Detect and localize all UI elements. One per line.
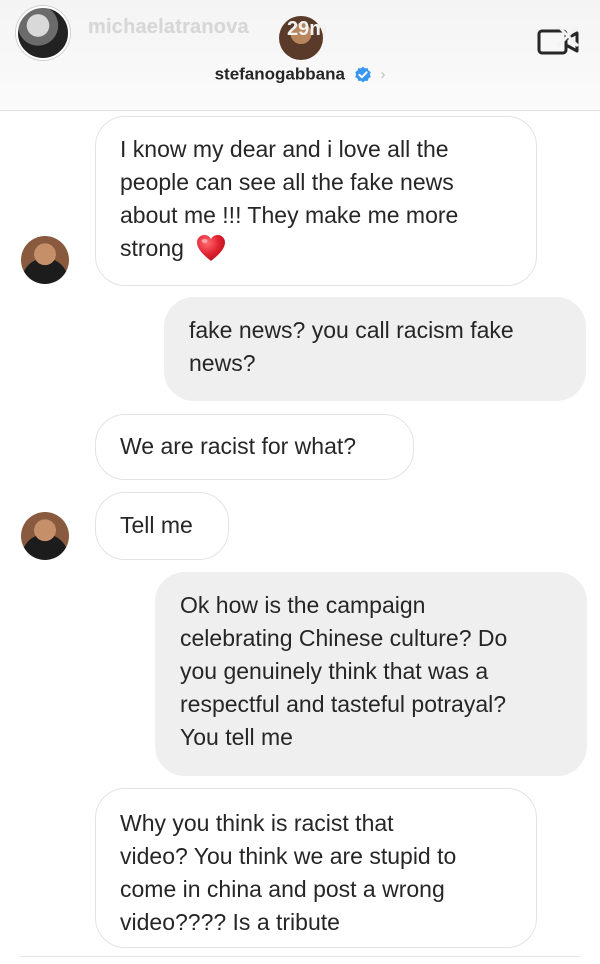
message-text-line: respectful and tasteful potrayal?: [180, 691, 507, 717]
message-text-line: We are racist for what?: [120, 433, 357, 459]
story-avatar[interactable]: [16, 6, 70, 60]
divider: [20, 956, 580, 957]
story-username[interactable]: michaelatranova: [88, 16, 249, 39]
thread-title[interactable]: stefanogabbana ›: [0, 64, 600, 85]
message-text-line: I know my dear and i love all the: [120, 136, 449, 162]
message-text-line: You tell me: [180, 724, 293, 750]
message-text-line: celebrating Chinese culture? Do: [180, 625, 508, 651]
message-bubble-incoming[interactable]: Why you think is racist that video? You …: [95, 788, 537, 948]
message-text-line: news?: [189, 350, 256, 376]
message-text-line: people can see all the fake news: [120, 169, 454, 195]
message-text-line: you genuinely think that was a: [180, 658, 489, 684]
verified-badge-icon: [354, 66, 371, 82]
chevron-right-icon[interactable]: ›: [380, 66, 385, 83]
message-text-line: Why you think is racist that: [120, 810, 394, 836]
heart-icon: [197, 234, 226, 261]
message-text-line: video? You think we are stupid to: [120, 843, 457, 869]
message-text-line: strong: [120, 232, 512, 265]
message-text-line: Ok how is the campaign: [180, 592, 426, 618]
message-text-line: video???? Is a tribute: [120, 909, 340, 935]
story-time: 29m: [287, 18, 328, 40]
message-text-line: Tell me: [120, 512, 193, 538]
story-header: michaelatranova 29m stefanogabbana ›: [0, 0, 600, 111]
message-bubble-incoming[interactable]: Tell me: [95, 492, 229, 560]
message-text-line: about me !!! They make me more: [120, 202, 459, 228]
message-bubble-incoming[interactable]: I know my dear and i love all the people…: [95, 116, 537, 286]
message-text-segment: strong: [120, 235, 184, 261]
message-bubble-incoming[interactable]: We are racist for what?: [95, 414, 414, 480]
message-text-line: come in china and post a wrong: [120, 876, 445, 902]
message-text-line: fake news? you call racism fake: [189, 317, 514, 343]
sender-avatar[interactable]: [21, 236, 69, 284]
message-bubble-outgoing[interactable]: fake news? you call racism fake news?: [164, 297, 586, 401]
sender-avatar[interactable]: [21, 512, 69, 560]
thread-username[interactable]: stefanogabbana: [215, 65, 345, 84]
video-call-icon[interactable]: [536, 22, 582, 62]
message-bubble-outgoing[interactable]: Ok how is the campaign celebrating Chine…: [155, 572, 587, 776]
